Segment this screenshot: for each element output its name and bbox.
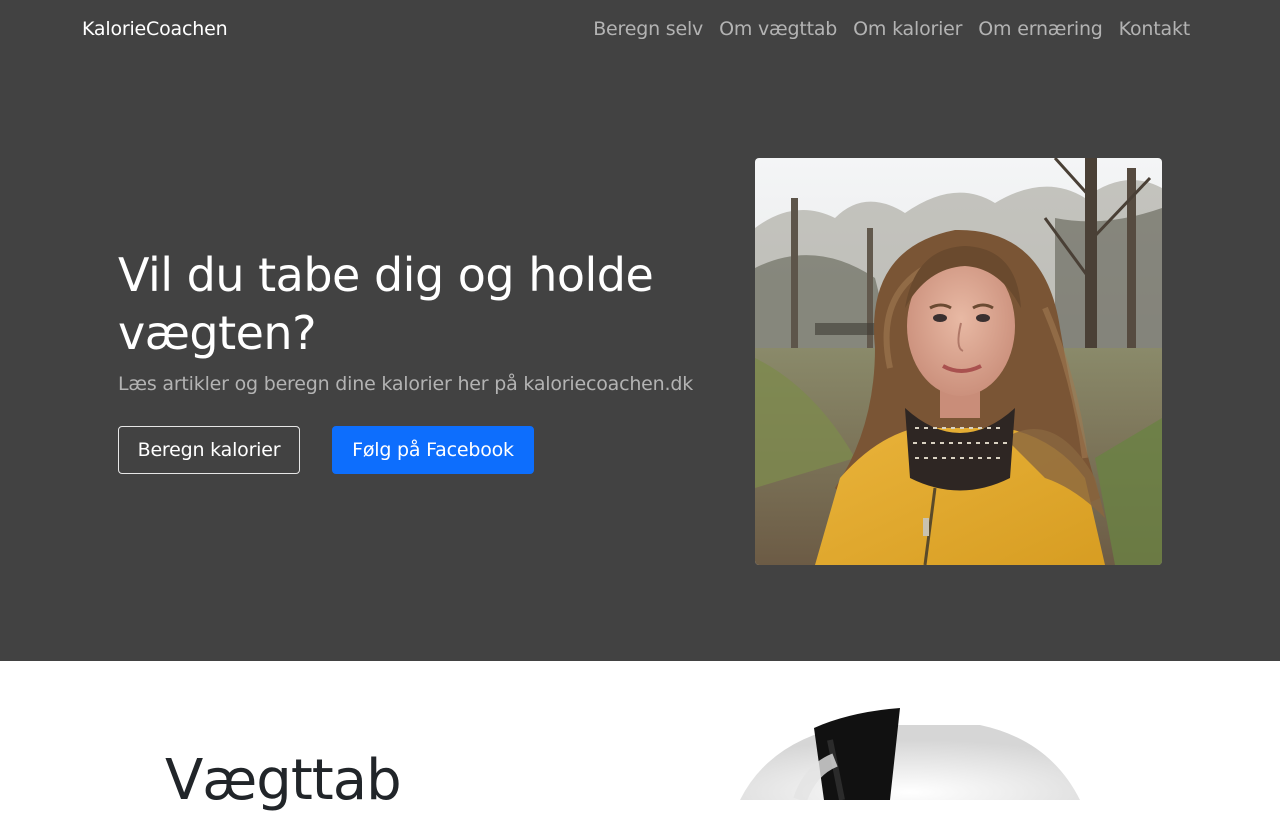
hero-subtitle: Læs artikler og beregn dine kalorier her… [118, 373, 694, 395]
coach-portrait-photo [755, 158, 1162, 565]
portrait-illustration [755, 158, 1162, 565]
hero-section: Vil du tabe dig og holde vægten? Læs art… [0, 60, 1280, 661]
section-title-vaegttab: Vægttab [165, 748, 402, 813]
main-nav: Beregn selv Om vægttab Om kalorier Om er… [593, 18, 1190, 40]
nav-link-om-kalorier[interactable]: Om kalorier [853, 18, 962, 40]
brand-logo-link[interactable]: KalorieCoachen [82, 18, 228, 40]
nav-link-om-vaegttab[interactable]: Om vægttab [719, 18, 837, 40]
hero-title: Vil du tabe dig og holde vægten? [118, 248, 654, 360]
follow-facebook-button[interactable]: Følg på Facebook [332, 426, 534, 474]
weightloss-image [730, 700, 1090, 800]
calculate-calories-button[interactable]: Beregn kalorier [118, 426, 300, 474]
nav-link-om-ernaering[interactable]: Om ernæring [978, 18, 1103, 40]
nav-link-beregn-selv[interactable]: Beregn selv [593, 18, 703, 40]
nav-link-kontakt[interactable]: Kontakt [1119, 18, 1191, 40]
section-illustration [730, 700, 1090, 800]
top-navbar: KalorieCoachen Beregn selv Om vægttab Om… [0, 0, 1280, 60]
